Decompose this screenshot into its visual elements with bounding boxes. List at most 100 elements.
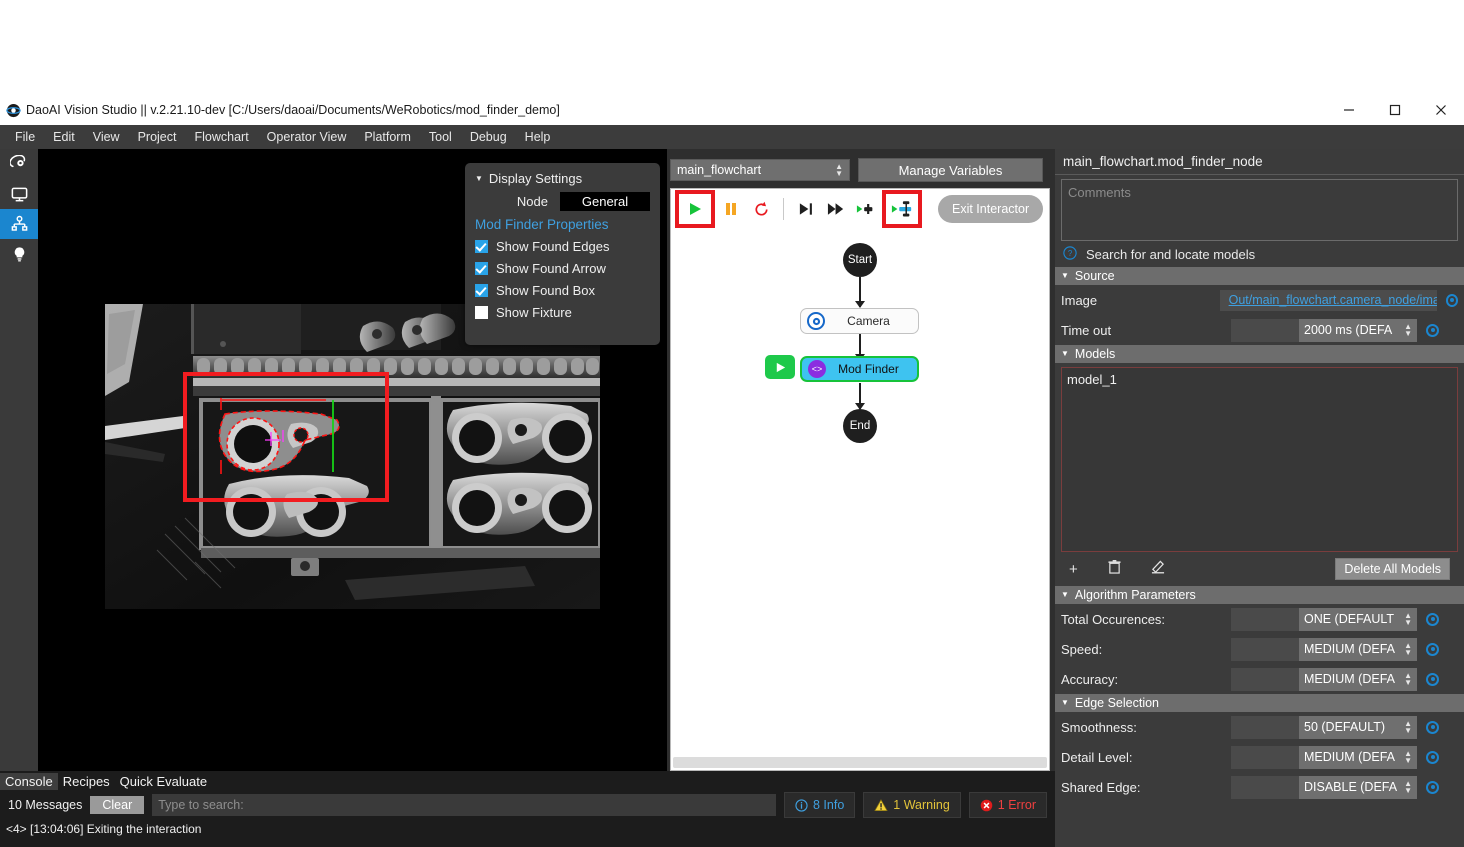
- step-button[interactable]: [792, 195, 820, 223]
- image-source-field[interactable]: Out/main_flowchart.camera_node/ima: [1219, 289, 1437, 311]
- checkbox-row-show-found-arrow[interactable]: Show Found Arrow: [475, 261, 650, 276]
- menu-item-platform[interactable]: Platform: [355, 127, 420, 147]
- checkbox-show-found-arrow[interactable]: [475, 262, 488, 275]
- checkbox-show-found-box[interactable]: [475, 284, 488, 297]
- edit-model-button[interactable]: [1151, 560, 1165, 578]
- speed-bind-toggle[interactable]: [1426, 642, 1439, 656]
- run-button[interactable]: [675, 190, 715, 228]
- accuracy-bind-toggle[interactable]: [1426, 672, 1439, 686]
- menu-item-help[interactable]: Help: [516, 127, 560, 147]
- checkbox-show-found-edges[interactable]: [475, 240, 488, 253]
- arrowhead-start-camera: [855, 301, 865, 308]
- reset-button[interactable]: [747, 195, 775, 223]
- tab-console[interactable]: Console: [0, 772, 58, 790]
- run-to-node-button[interactable]: [852, 195, 880, 223]
- smoothness-bind-toggle[interactable]: [1426, 720, 1439, 734]
- tab-node[interactable]: Node: [505, 192, 560, 211]
- node-mod-finder[interactable]: <> Mod Finder: [800, 356, 919, 382]
- detail-level-combo[interactable]: MEDIUM (DEFA ▲ ▼: [1299, 745, 1417, 769]
- rail-item-flowchart[interactable]: [0, 209, 38, 239]
- delete-model-button[interactable]: [1108, 560, 1121, 578]
- accuracy-input[interactable]: [1231, 667, 1299, 691]
- checkbox-row-show-found-edges[interactable]: Show Found Edges: [475, 239, 650, 254]
- shared-edge-bind-toggle[interactable]: [1426, 780, 1439, 794]
- speed-combo[interactable]: MEDIUM (DEFA ▲ ▼: [1299, 637, 1417, 661]
- menu-item-flowchart[interactable]: Flowchart: [185, 127, 257, 147]
- image-source-bind-toggle[interactable]: [1445, 293, 1458, 307]
- exit-interactor-button[interactable]: Exit Interactor: [938, 195, 1044, 223]
- speed-input[interactable]: [1231, 637, 1299, 661]
- delete-all-models-button[interactable]: Delete All Models: [1335, 558, 1450, 580]
- label-speed: Speed:: [1061, 641, 1103, 657]
- total-occurences-input[interactable]: [1231, 607, 1299, 631]
- close-button[interactable]: [1418, 95, 1464, 125]
- display-settings-popup[interactable]: ▼ Display Settings Node General Mod Find…: [465, 163, 660, 345]
- section-header-edge-selection[interactable]: ▼ Edge Selection: [1055, 694, 1464, 712]
- shared-edge-combo[interactable]: DISABLE (DEFA ▲ ▼: [1299, 775, 1417, 799]
- display-settings-header[interactable]: ▼ Display Settings: [475, 171, 650, 186]
- tab-quick-evaluate[interactable]: Quick Evaluate: [115, 773, 212, 790]
- minimize-button[interactable]: [1326, 95, 1372, 125]
- timeout-combo[interactable]: 2000 ms (DEFA ▲ ▼: [1299, 318, 1417, 342]
- smoothness-input[interactable]: [1231, 715, 1299, 739]
- timeout-input[interactable]: [1231, 318, 1299, 342]
- menu-item-debug[interactable]: Debug: [461, 127, 516, 147]
- add-model-button[interactable]: +: [1069, 561, 1078, 578]
- run-node-badge[interactable]: [765, 355, 795, 379]
- error-filter-badge[interactable]: 1 Error: [968, 792, 1047, 818]
- section-header-models[interactable]: ▼ Models: [1055, 345, 1464, 363]
- accuracy-combo[interactable]: MEDIUM (DEFA ▲ ▼: [1299, 667, 1417, 691]
- flowchart-horizontal-scrollbar[interactable]: [673, 757, 1047, 768]
- checkbox-row-show-fixture[interactable]: Show Fixture: [475, 305, 650, 320]
- flowchart-canvas[interactable]: Exit Interactor Start Camera <> Mod Find…: [670, 188, 1050, 771]
- shared-edge-input[interactable]: [1231, 775, 1299, 799]
- section-header-source[interactable]: ▼ Source: [1055, 267, 1464, 285]
- node-end[interactable]: End: [843, 409, 877, 443]
- node-camera[interactable]: Camera: [800, 308, 919, 334]
- detail-level-input[interactable]: [1231, 745, 1299, 769]
- comments-field[interactable]: Comments: [1061, 179, 1458, 241]
- run-selected-node-button[interactable]: [882, 190, 922, 228]
- image-viewport[interactable]: ▼ Display Settings Node General Mod Find…: [38, 149, 667, 771]
- total-occurences-combo[interactable]: ONE (DEFAULT ▲ ▼: [1299, 607, 1417, 631]
- checkbox-show-fixture[interactable]: [475, 306, 488, 319]
- flowchart-selector[interactable]: main_flowchart ▲ ▼: [670, 159, 850, 181]
- search-input[interactable]: Type to search:: [152, 794, 776, 816]
- checkbox-row-show-found-box[interactable]: Show Found Box: [475, 283, 650, 298]
- timeout-bind-toggle[interactable]: [1426, 323, 1439, 337]
- warning-filter-badge[interactable]: 1 Warning: [863, 792, 961, 818]
- chevron-updown-icon: ▲ ▼: [1404, 611, 1412, 627]
- maximize-button[interactable]: [1372, 95, 1418, 125]
- tab-recipes[interactable]: Recipes: [58, 773, 115, 790]
- help-icon[interactable]: ?: [1063, 245, 1077, 263]
- models-list[interactable]: model_1: [1061, 367, 1458, 552]
- manage-variables-button[interactable]: Manage Variables: [858, 158, 1043, 182]
- menu-item-file[interactable]: File: [6, 127, 44, 147]
- total-occurences-bind-toggle[interactable]: [1426, 612, 1439, 626]
- menu-bar: File Edit View Project Flowchart Operato…: [0, 125, 1464, 149]
- help-text: Search for and locate models: [1086, 246, 1256, 262]
- pause-button[interactable]: [717, 195, 745, 223]
- rail-item-orbit-eye[interactable]: [0, 149, 38, 179]
- rail-item-lightbulb[interactable]: [0, 239, 38, 269]
- section-title-edge-selection: Edge Selection: [1074, 696, 1160, 710]
- menu-item-view[interactable]: View: [84, 127, 129, 147]
- smoothness-combo[interactable]: 50 (DEFAULT) ▲ ▼: [1299, 715, 1417, 739]
- menu-item-tool[interactable]: Tool: [420, 127, 461, 147]
- menu-item-operator-view[interactable]: Operator View: [258, 127, 356, 147]
- menu-item-edit[interactable]: Edit: [44, 127, 84, 147]
- step-fast-button[interactable]: [822, 195, 850, 223]
- window-title: DaoAI Vision Studio || v.2.21.10-dev [C:…: [26, 103, 560, 117]
- clear-button[interactable]: Clear: [90, 796, 145, 814]
- rail-item-monitor[interactable]: [0, 179, 38, 209]
- info-filter-badge[interactable]: 8 Info: [784, 792, 856, 818]
- message-count: 10 Messages: [8, 798, 83, 812]
- section-header-algorithm-parameters[interactable]: ▼ Algorithm Parameters: [1055, 586, 1464, 604]
- tab-general[interactable]: General: [560, 192, 650, 211]
- flowchart-top-bar: main_flowchart ▲ ▼ Manage Variables: [670, 158, 1050, 182]
- menu-item-project[interactable]: Project: [129, 127, 186, 147]
- node-start[interactable]: Start: [843, 243, 877, 277]
- detail-level-bind-toggle[interactable]: [1426, 750, 1439, 764]
- list-item[interactable]: model_1: [1067, 372, 1452, 387]
- flowchart-toolbar: Exit Interactor: [671, 189, 1049, 229]
